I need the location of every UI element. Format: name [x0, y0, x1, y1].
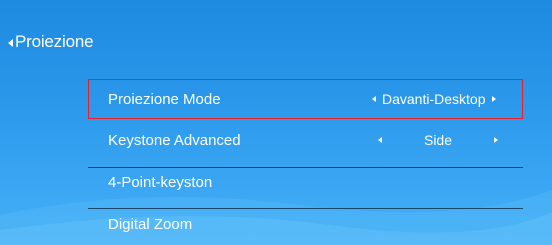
settings-menu: Proiezione Mode Davanti-Desktop Keystone… — [88, 79, 523, 245]
option-selector[interactable]: Side — [378, 132, 498, 148]
chevron-left-icon[interactable] — [372, 96, 376, 102]
menu-item-label: Digital Zoom — [108, 215, 193, 233]
menu-item-digital-zoom[interactable]: Digital Zoom — [88, 203, 523, 245]
menu-item-label: Proiezione Mode — [108, 90, 221, 108]
option-selector[interactable]: Davanti-Desktop — [372, 91, 496, 107]
page-title: Proiezione — [15, 32, 94, 51]
chevron-right-icon[interactable] — [491, 96, 496, 102]
menu-item-4-point-keystone[interactable]: 4-Point-keyston — [88, 161, 523, 203]
menu-item-value: Davanti-Desktop — [382, 91, 486, 107]
menu-item-value: Side — [423, 132, 453, 148]
back-button[interactable]: Proiezione — [8, 32, 94, 52]
menu-item-proiezione-mode[interactable]: Proiezione Mode Davanti-Desktop — [88, 79, 523, 119]
chevron-left-icon — [8, 38, 13, 47]
menu-item-label: Keystone Advanced — [108, 131, 241, 149]
menu-item-keystone-advanced[interactable]: Keystone Advanced Side — [88, 119, 523, 161]
chevron-right-icon[interactable] — [494, 137, 498, 143]
menu-item-label: 4-Point-keyston — [108, 173, 213, 191]
